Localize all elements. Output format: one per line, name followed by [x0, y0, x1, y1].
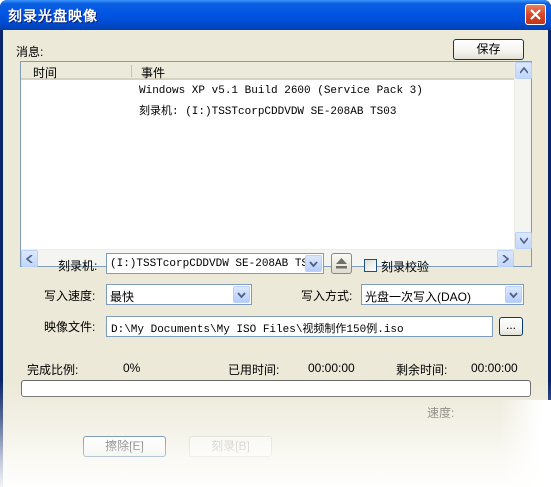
speed-select-value: 最快 [110, 290, 135, 304]
remaining-value: 00:00:00 [471, 361, 518, 375]
mode-select-value: 光盘一次写入(DAO) [365, 290, 471, 304]
erase-button[interactable]: 擦除[E] [83, 436, 166, 457]
messages-label: 消息: [16, 45, 44, 59]
elapsed-label: 已用时间: [228, 363, 280, 377]
column-separator [131, 65, 132, 77]
burner-select[interactable]: (I:)TSSTcorpCDDVDW SE-208AB TS03 [106, 253, 324, 274]
scroll-down-button[interactable] [515, 232, 532, 249]
browse-button[interactable]: ... [499, 317, 523, 336]
message-list-header: 时间 事件 [21, 62, 531, 80]
mode-select[interactable]: 光盘一次写入(DAO) [361, 284, 524, 305]
scroll-up-button[interactable] [515, 62, 532, 79]
speed-label: 写入速度: [44, 289, 96, 303]
list-item-event[interactable]: Windows XP v5.1 Build 2600 (Service Pack… [139, 85, 423, 97]
chevron-down-icon[interactable] [233, 286, 250, 303]
complete-value: 0% [123, 361, 141, 375]
burn-button[interactable]: 刻录[B] [189, 436, 272, 457]
chevron-down-icon[interactable] [305, 255, 322, 272]
image-file-label: 映像文件: [44, 320, 96, 334]
speed-status-label: 速度: [427, 406, 455, 420]
scroll-left-button[interactable] [21, 250, 38, 267]
scrollbar-corner [514, 249, 531, 266]
window-title: 刻录光盘映像 [8, 8, 98, 24]
scroll-right-button[interactable] [497, 250, 514, 267]
image-file-path: D:\My Documents\My ISO Files\视频制作150例.is… [111, 324, 404, 336]
speed-select[interactable]: 最快 [106, 284, 252, 305]
burn-image-dialog: 刻录光盘映像 消息: 保存 时间 事件 Windows XP v5.1 Buil… [0, 0, 551, 487]
burn-progress-bar [21, 380, 531, 397]
image-file-input[interactable]: D:\My Documents\My ISO Files\视频制作150例.is… [106, 316, 493, 337]
vertical-scrollbar[interactable] [514, 62, 532, 249]
list-item-event[interactable]: 刻录机: (I:)TSSTcorpCDDVDW SE-208AB TS03 [139, 102, 396, 118]
close-button[interactable] [525, 4, 546, 25]
elapsed-value: 00:00:00 [308, 361, 355, 375]
title-bar[interactable]: 刻录光盘映像 [0, 0, 551, 30]
message-list[interactable]: 时间 事件 Windows XP v5.1 Build 2600 (Servic… [20, 61, 532, 267]
column-time[interactable]: 时间 [33, 64, 57, 81]
verify-checkbox[interactable] [364, 259, 377, 272]
chevron-down-icon[interactable] [505, 286, 522, 303]
eject-button[interactable] [331, 253, 352, 274]
remaining-label: 剩余时间: [396, 363, 448, 377]
column-event[interactable]: 事件 [141, 64, 165, 81]
save-button[interactable]: 保存 [453, 39, 524, 60]
burner-select-value: (I:)TSSTcorpCDDVDW SE-208AB TS03 [110, 258, 322, 270]
complete-label: 完成比例: [27, 363, 79, 377]
mode-label: 写入方式: [301, 289, 353, 303]
burner-label: 刻录机: [58, 259, 98, 273]
verify-label[interactable]: 刻录校验 [381, 258, 429, 275]
dialog-body: 消息: 保存 时间 事件 Windows XP v5.1 Build 2600 … [3, 30, 548, 487]
